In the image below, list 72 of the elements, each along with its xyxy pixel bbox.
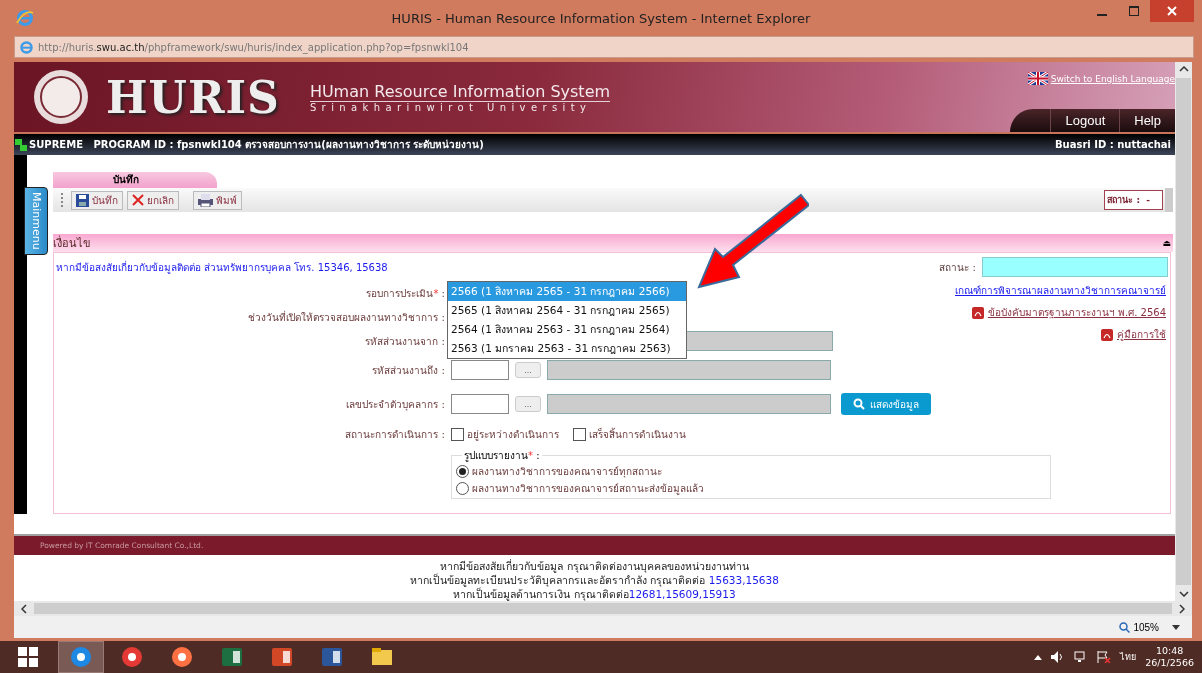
document-link[interactable]: เกณฑ์การพิจารณาผลงานทางวิชาการคณาจารย์ [955,283,1166,298]
pointer-arrow-icon [697,193,809,289]
uk-flag-icon [1027,72,1048,85]
group-legend: รูปแบบรายงาน* : [462,448,542,463]
collapse-button[interactable]: ⏏ [1162,238,1171,248]
vertical-scrollbar[interactable] [1175,62,1192,601]
round-dropdown-list[interactable]: 2566 (1 สิงหาคม 2565 - 31 กรกฎาคม 2566) 2565 (1 สิงหาคม 2564 - 31 กรกฎาคม 2565) 2564 (1 สิงหาคม 2563 - 31 กรกฎาคม 2564) 2563 (1 มกราคม 2563 - 31 กรกฎาคม 2563) [447,281,687,359]
close-icon [1167,6,1177,16]
address-bar[interactable]: http://huris.swu.ac.th/phpframework/swu/huris/index_application.php?op=fpsnwkl104 [14,36,1194,58]
scroll-down-icon[interactable] [1178,591,1189,597]
program-id: SUPREME PROGRAM ID : fpsnwkl104 ตรวจสอบการงาน(ผลงานทางวิชาการ ระดับหน่วยงาน) [29,138,484,152]
browser-logo-icon [16,9,34,27]
nav-link[interactable]: Logout [1050,109,1120,132]
footer-text: หากเป็นข้อมูลทะเบียนประวัติบุคลากรและอัตรากำลัง กรุณาติดต่อ 15633,15638 [410,573,779,587]
print-button[interactable]: พิมพ์ [193,190,242,210]
university-name: Srinakharinwirot University [309,101,593,113]
footer-text: หากมีข้อสงสัยเกี่ยวกับข้อมูล กรุณาติดต่องานบุคคลของหน่วยงานท่าน [440,559,749,573]
footer-text: หากเป็นข้อมูลด้านการเงิน กรุณาติดต่อ12681,15609,15913 [453,587,736,601]
scroll-up-icon[interactable] [1178,66,1189,72]
search-icon [853,398,865,410]
radio-button[interactable] [456,465,469,478]
cross-icon [132,194,144,206]
save-button[interactable]: บันทึก [71,190,123,210]
printer-icon [198,193,213,207]
network-icon [14,137,28,152]
caret-icon [1172,624,1180,630]
field-label: รหัสส่วนงานจาก : [364,334,445,349]
zoom-level[interactable]: 105% [1119,621,1180,633]
windows-start-icon[interactable] [18,647,38,667]
page-icon [19,39,34,55]
page-tab[interactable]: บันทึก [53,172,217,188]
dropdown-option[interactable]: 2564 (1 สิงหาคม 2563 - 31 กรกฎาคม 2564) [448,320,686,339]
zoom-icon [1119,621,1131,633]
radio-button[interactable] [456,482,469,495]
field-label: ช่วงวันที่เปิดให้ตรวจสอบผลงานทางวิชาการ : [247,309,445,325]
field-label: เลขประจำตัวบุคลากร : [345,397,445,412]
status-checkbox[interactable]: อยู่ระหว่างดำเนินการ [451,426,559,442]
horizontal-scrollbar[interactable] [14,601,1192,616]
scroll-right-icon[interactable] [1179,603,1185,614]
contact-note: หากมีข้อสงสัยเกี่ยวกับข้อมูลติดต่อ ส่วนทรัพยากรบุคคล โทร. 15346, 15638 [56,259,388,275]
minimize-icon [1097,14,1107,16]
field-label: รอบการประเมิน* : [365,286,445,301]
cancel-button[interactable]: ยกเลิก [127,190,179,210]
logo-text: HURIS [106,71,280,123]
user-id: Buasri ID : nuttachai [1054,139,1171,150]
flag-icon[interactable] [1097,651,1112,663]
radio-label[interactable]: ผลงานทางวิชาการของคณาจารย์สถานะส่งข้อมูลแล้ว [472,481,704,496]
code-input[interactable] [451,360,509,380]
scroll-left-icon[interactable] [21,603,27,614]
save-icon [76,193,89,207]
university-seal-icon [34,70,88,124]
status-indicator: สถานะ : - [1104,190,1163,210]
section-title: เงื่อนไข [53,234,91,252]
field-label: รหัสส่วนงานถึง : [371,363,445,378]
radio-label[interactable]: ผลงานทางวิชาการของคณาจารย์ทุกสถานะ [472,464,662,479]
show-hidden-icons-icon[interactable] [1034,654,1043,660]
system-name: HUman Resource Information System [309,81,611,102]
dropdown-option[interactable]: 2565 (1 สิงหาคม 2564 - 31 กรกฎาคม 2565) [448,301,686,320]
input-language[interactable]: ไทย [1120,650,1137,664]
clock[interactable]: 10:48 26/1/2566 [1145,645,1194,669]
window-title: HURIS - Human Resource Information System - Internet Explorer [391,10,811,26]
document-link[interactable]: คู่มือการใช้ [1117,327,1166,342]
field-label: สถานะการดำเนินการ : [344,427,445,442]
maximize-icon [1129,6,1139,16]
document-link[interactable]: ข้อบังคับมาตรฐานภาระงานฯ พ.ศ. 2564 [987,305,1166,320]
field-label: สถานะ : [939,260,976,275]
lookup-button[interactable]: ... [515,362,541,378]
status-checkbox[interactable]: เสร็จสิ้นการดำเนินงาน [573,426,686,442]
close-button[interactable] [1150,0,1194,22]
lookup-button[interactable]: ... [515,396,541,412]
dropdown-option[interactable]: 2563 (1 มกราคม 2563 - 31 กรกฎาคม 2563) [448,339,686,358]
code-input[interactable] [451,394,509,414]
